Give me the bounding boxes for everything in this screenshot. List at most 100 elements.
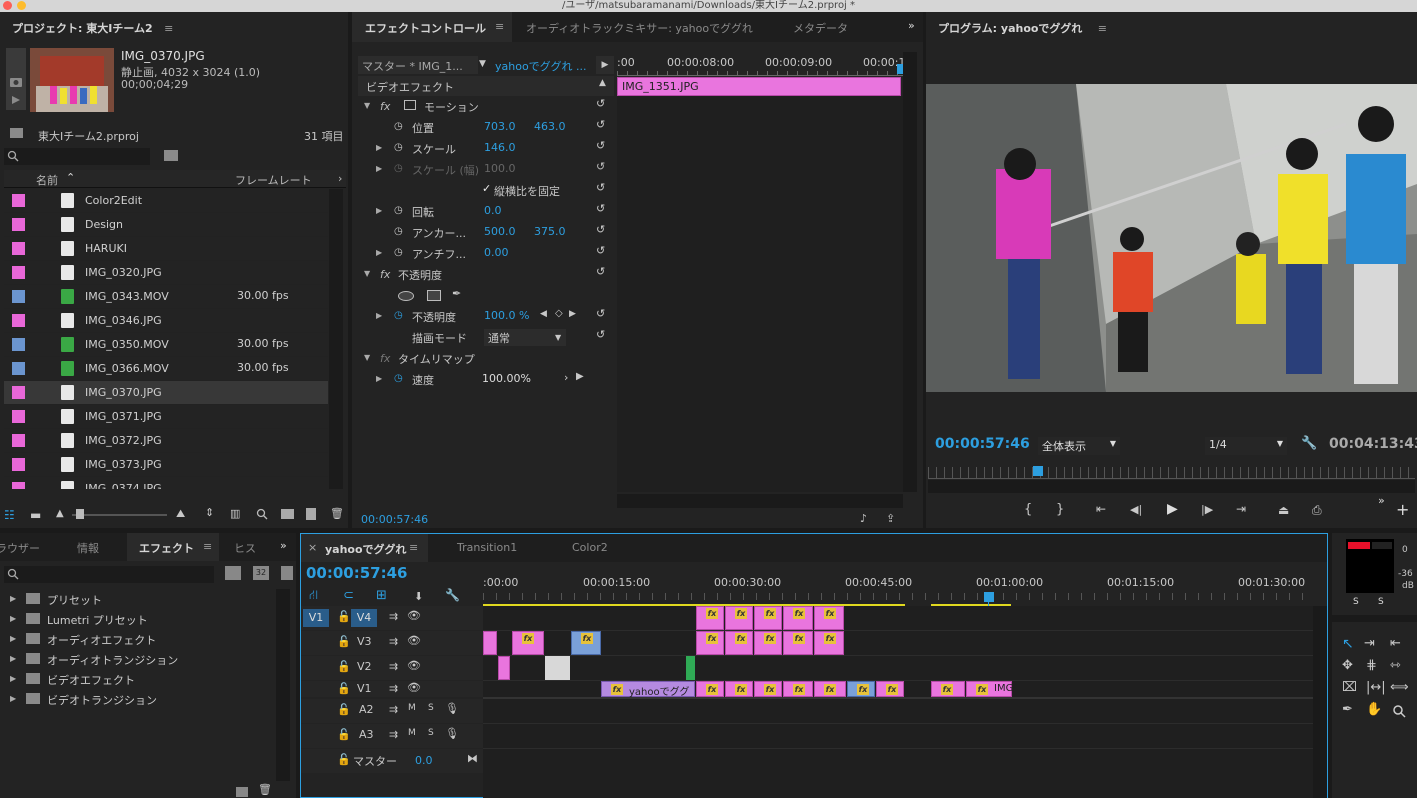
effects-folder[interactable]: ▶ ビデオトランジション bbox=[0, 689, 275, 709]
reset-icon[interactable]: ↺ bbox=[596, 139, 605, 152]
fx-icon[interactable]: fx bbox=[380, 268, 390, 281]
speed-value[interactable]: 100.00% bbox=[482, 372, 531, 385]
clip-v1[interactable]: fx bbox=[876, 681, 904, 697]
tab-info[interactable]: 情報 bbox=[77, 540, 99, 556]
anchor-y-value[interactable]: 375.0 bbox=[534, 225, 566, 238]
effects-folder[interactable]: ▶ ビデオエフェクト bbox=[0, 669, 275, 689]
close-window-button[interactable] bbox=[3, 1, 12, 10]
sync-lock-icon[interactable]: ⇉ bbox=[389, 728, 398, 741]
solo-left-button[interactable]: S bbox=[1353, 597, 1359, 607]
clip-v2[interactable] bbox=[498, 656, 510, 680]
new-bin-search-icon[interactable] bbox=[164, 150, 178, 161]
expand-antiflicker-icon[interactable]: ▶ bbox=[376, 248, 382, 257]
label-color-swatch[interactable] bbox=[12, 314, 25, 327]
project-list-item[interactable]: IMG_0350.MOV 30.00 fps bbox=[4, 333, 328, 357]
clip-v3[interactable]: fx bbox=[783, 631, 813, 655]
sync-lock-icon[interactable]: ⇉ bbox=[389, 635, 398, 648]
track-label-a2[interactable]: A2 bbox=[359, 703, 374, 716]
razor-tool-icon[interactable]: ⌧ bbox=[1342, 680, 1357, 695]
add-button-icon[interactable]: + bbox=[1396, 500, 1409, 519]
motion-row[interactable]: ▼ fx モーション ↺ bbox=[358, 97, 614, 118]
track-label-v1[interactable]: V1 bbox=[357, 682, 372, 695]
tab-transition1[interactable]: Transition1 bbox=[457, 541, 517, 554]
ec-scrollbar[interactable] bbox=[903, 52, 917, 492]
collapse-up-icon[interactable]: ▲ bbox=[599, 78, 606, 88]
effects-menu-icon[interactable]: ≡ bbox=[203, 540, 212, 553]
eye-icon[interactable]: 👁 bbox=[407, 681, 421, 694]
label-color-swatch[interactable] bbox=[12, 458, 25, 471]
reset-icon[interactable]: ↺ bbox=[596, 118, 605, 131]
stopwatch-icon[interactable]: ◷ bbox=[394, 247, 403, 258]
lock-icon[interactable]: 🔓 bbox=[337, 635, 351, 648]
label-color-swatch[interactable] bbox=[12, 434, 25, 447]
project-list-item[interactable]: IMG_0370.JPG bbox=[4, 381, 328, 405]
expand-folder-icon[interactable]: ▶ bbox=[10, 594, 16, 603]
pen-mask-icon[interactable]: ✒ bbox=[452, 287, 461, 300]
clip-v1[interactable]: fx bbox=[725, 681, 753, 697]
clip-v3[interactable]: fx bbox=[754, 631, 782, 655]
expand-motion-icon[interactable]: ▼ bbox=[364, 101, 370, 110]
add-marker-icon[interactable]: ⊞ bbox=[376, 588, 387, 603]
add-keyframe-icon[interactable]: ◇ bbox=[555, 308, 563, 319]
tab-effect-controls[interactable]: エフェクトコントロール bbox=[365, 20, 486, 36]
next-keyframe-icon[interactable]: ▶ bbox=[569, 309, 576, 319]
automate-icon[interactable]: ▥ bbox=[230, 507, 240, 520]
find-icon[interactable] bbox=[256, 508, 268, 520]
program-video-frame[interactable] bbox=[926, 84, 1417, 392]
tab-metadata[interactable]: メタデータ bbox=[793, 20, 848, 36]
stopwatch-icon[interactable]: ◷ bbox=[394, 205, 403, 216]
eye-icon[interactable]: 👁 bbox=[407, 659, 421, 672]
clip-v1[interactable]: fx IMG bbox=[966, 681, 1013, 697]
stopwatch-icon[interactable]: ◷ bbox=[394, 226, 403, 237]
yuv-effects-icon[interactable] bbox=[281, 566, 293, 580]
clip-v4[interactable]: fx bbox=[783, 606, 813, 630]
tab-audio-mixer[interactable]: オーディオトラックミキサー: yahooでググれ bbox=[526, 20, 753, 36]
clip-v3[interactable]: fx bbox=[696, 631, 724, 655]
label-color-swatch[interactable] bbox=[12, 194, 25, 207]
clip-v4[interactable]: fx bbox=[696, 606, 724, 630]
microphone-icon[interactable]: 🎙 bbox=[445, 727, 459, 740]
more-controls-icon[interactable]: » bbox=[1378, 494, 1385, 507]
label-color-swatch[interactable] bbox=[12, 362, 25, 375]
marker-icon[interactable]: ⬇ bbox=[414, 590, 423, 603]
rate-stretch-icon[interactable]: ⇿ bbox=[1390, 658, 1401, 673]
solo-right-button[interactable]: S bbox=[1378, 597, 1384, 607]
mute-button[interactable]: M bbox=[408, 703, 416, 713]
effects-folder[interactable]: ▶ オーディオトランジション bbox=[0, 649, 275, 669]
timeline-settings-wrench-icon[interactable]: 🔧 bbox=[445, 588, 460, 602]
clip-v4[interactable]: fx bbox=[754, 606, 782, 630]
project-list-item[interactable]: IMG_0366.MOV 30.00 fps bbox=[4, 357, 328, 381]
expand-speed-icon[interactable]: ▶ bbox=[376, 374, 382, 383]
sync-lock-icon[interactable]: ⇉ bbox=[389, 610, 398, 623]
effects-folder[interactable]: ▶ オーディオエフェクト bbox=[0, 629, 275, 649]
opacity-value[interactable]: 100.0 % bbox=[484, 309, 529, 322]
zoom-out-icon[interactable]: ▲ bbox=[56, 508, 64, 519]
tab-color2[interactable]: Color2 bbox=[572, 541, 608, 554]
time-remap-row[interactable]: ▼ fx タイムリマップ bbox=[358, 349, 614, 370]
prev-keyframe-icon[interactable]: ◀ bbox=[540, 309, 547, 319]
rotation-value[interactable]: 0.0 bbox=[484, 204, 502, 217]
ec-clip-bar[interactable]: IMG_1351.JPG bbox=[617, 77, 901, 96]
source-patch-v1[interactable]: V1 bbox=[303, 609, 329, 627]
timeline-menu-icon[interactable]: ≡ bbox=[409, 541, 418, 554]
source-clip-selector[interactable]: マスター * IMG_1... bbox=[358, 56, 478, 74]
sync-lock-icon[interactable]: ⇉ bbox=[389, 703, 398, 716]
snap-icon[interactable]: ⛙ bbox=[309, 588, 318, 605]
trash-icon[interactable]: 🗑 bbox=[258, 783, 272, 796]
rolling-edit-icon[interactable]: ⋕ bbox=[1366, 658, 1377, 673]
program-tab[interactable]: プログラム: yahooでググれ ≡ bbox=[938, 20, 1107, 36]
timeline-timecode[interactable]: 00:00:57:46 bbox=[306, 564, 408, 582]
show-timeline-icon[interactable]: ▶ bbox=[596, 56, 614, 74]
prev-keyframe-icon[interactable]: › bbox=[564, 371, 568, 384]
tab-effects[interactable]: エフェクト bbox=[139, 540, 194, 556]
clip-v4[interactable]: fx bbox=[725, 606, 753, 630]
program-menu-icon[interactable]: ≡ bbox=[1098, 22, 1107, 35]
mark-out-icon[interactable]: } bbox=[1056, 502, 1064, 517]
new-bin-icon[interactable] bbox=[281, 509, 294, 519]
ec-hscrollbar[interactable] bbox=[617, 494, 903, 508]
source-dropdown-icon[interactable]: ▼ bbox=[479, 59, 486, 69]
sync-lock-icon[interactable]: ⇉ bbox=[389, 682, 398, 695]
reset-icon[interactable]: ↺ bbox=[596, 244, 605, 257]
blend-mode-dropdown[interactable]: 通常 bbox=[484, 329, 566, 346]
close-tab-icon[interactable]: × bbox=[308, 541, 317, 554]
